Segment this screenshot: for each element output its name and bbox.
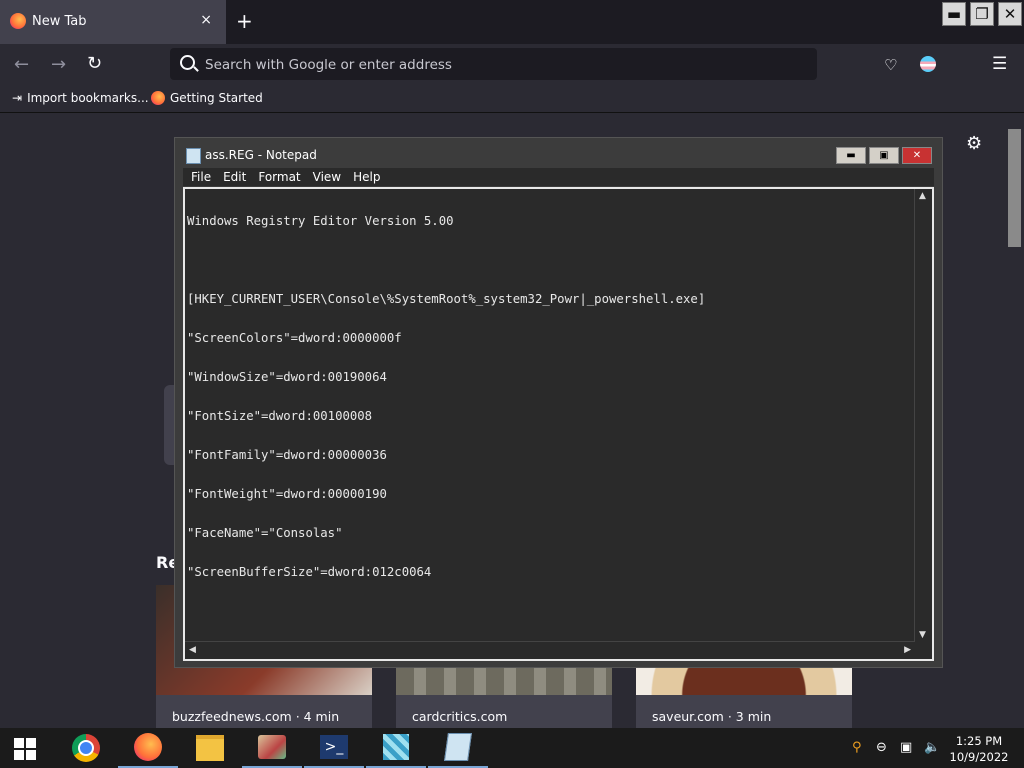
bookmark-getting-started[interactable]: Getting Started xyxy=(151,91,263,105)
text-line: "FontFamily"=dword:00000036 xyxy=(187,448,387,462)
editor-content: Windows Registry Editor Version 5.00 [HK… xyxy=(187,189,705,605)
firefox-icon xyxy=(151,91,165,105)
account-icon[interactable] xyxy=(920,56,936,72)
search-icon[interactable]: ⚲ xyxy=(852,740,862,755)
tab-title: New Tab xyxy=(32,14,87,29)
notepad-minimize-button[interactable]: ▬ xyxy=(836,147,866,164)
pocket-icon[interactable]: ♡ xyxy=(884,56,897,74)
notification-icon[interactable]: ⊖ xyxy=(876,740,887,755)
text-line: "ScreenBufferSize"=dword:012c0064 xyxy=(187,565,432,579)
powershell-icon[interactable]: >_ xyxy=(304,728,364,768)
notepad-menubar: File Edit Format View Help xyxy=(183,168,934,186)
tab-strip: New Tab × + ▬ ❐ ✕ xyxy=(0,0,1024,44)
network-icon[interactable]: ▣ xyxy=(900,740,912,755)
chrome-icon[interactable] xyxy=(56,728,116,768)
notepad-text-area[interactable]: Windows Registry Editor Version 5.00 [HK… xyxy=(183,187,934,661)
text-line: "FaceName"="Consolas" xyxy=(187,526,343,540)
bookmark-label: Getting Started xyxy=(170,91,263,105)
notepad-icon[interactable] xyxy=(428,728,488,768)
scroll-right-icon[interactable]: ▶ xyxy=(904,645,911,655)
text-line: Windows Registry Editor Version 5.00 xyxy=(187,214,454,228)
file-explorer-icon[interactable] xyxy=(180,728,240,768)
notepad-title: ass.REG - Notepad xyxy=(205,148,317,162)
taskbar: >_ ⚲ ⊖ ▣ 🔈 xyxy=(0,728,1024,768)
text-line xyxy=(187,254,705,267)
window-controls: ▬ ❐ ✕ xyxy=(942,0,1024,28)
system-clock[interactable]: 1:25 PM 10/9/2022 xyxy=(944,733,1014,765)
menu-edit[interactable]: Edit xyxy=(223,168,246,186)
notepad-titlebar[interactable]: ass.REG - Notepad ▬ ▣ ✕ xyxy=(175,138,942,168)
notepad-maximize-button[interactable]: ▣ xyxy=(869,147,899,164)
new-tab-button[interactable]: + xyxy=(236,9,253,33)
forward-icon[interactable]: → xyxy=(51,54,66,75)
notepad-window: ass.REG - Notepad ▬ ▣ ✕ File Edit Format… xyxy=(174,137,943,668)
volume-icon[interactable]: 🔈 xyxy=(924,740,940,755)
close-icon: ✕ xyxy=(1003,5,1017,23)
menu-help[interactable]: Help xyxy=(353,168,380,186)
scrollbar-thumb[interactable] xyxy=(1008,129,1021,247)
menu-icon[interactable]: ☰ xyxy=(992,54,1007,74)
restore-button[interactable]: ❐ xyxy=(970,2,994,26)
firefox-icon xyxy=(10,13,26,29)
close-tab-icon[interactable]: × xyxy=(200,12,212,28)
card-label: buzzfeednews.com · 4 min xyxy=(172,709,340,724)
scroll-left-icon[interactable]: ◀ xyxy=(189,645,196,655)
text-line: "FontSize"=dword:00100008 xyxy=(187,409,373,423)
reload-icon[interactable]: ↻ xyxy=(87,53,102,74)
bookmark-import[interactable]: ⇥ Import bookmarks... xyxy=(12,91,149,105)
address-bar[interactable]: Search with Google or enter address xyxy=(170,48,817,80)
minimize-button[interactable]: ▬ xyxy=(942,2,966,26)
menu-file[interactable]: File xyxy=(191,168,211,186)
address-placeholder: Search with Google or enter address xyxy=(205,57,452,73)
resize-grip-icon[interactable] xyxy=(915,642,932,659)
card-label: saveur.com · 3 min xyxy=(652,709,772,724)
minimize-icon: ▬ xyxy=(946,5,962,23)
back-icon[interactable]: ← xyxy=(14,54,29,75)
text-line: "WindowSize"=dword:00190064 xyxy=(187,370,387,384)
clock-time: 1:25 PM xyxy=(955,734,1003,748)
horizontal-scrollbar[interactable]: ◀ ▶ xyxy=(185,641,915,659)
tab-new-tab[interactable]: New Tab × xyxy=(0,0,226,44)
clock-date: 10/9/2022 xyxy=(949,750,1009,764)
bookmarks-toolbar: ⇥ Import bookmarks... Getting Started xyxy=(0,86,1024,113)
text-line: "FontWeight"=dword:00000190 xyxy=(187,487,387,501)
text-line: [HKEY_CURRENT_USER\Console\%SystemRoot%_… xyxy=(187,292,706,306)
scroll-down-icon[interactable]: ▼ xyxy=(919,630,926,640)
page-scrollbar[interactable] xyxy=(1005,113,1024,728)
close-button[interactable]: ✕ xyxy=(998,2,1022,26)
regedit-icon[interactable] xyxy=(366,728,426,768)
card-label: cardcritics.com xyxy=(412,709,508,724)
windows-start-icon[interactable] xyxy=(14,738,36,760)
bookmark-label: Import bookmarks... xyxy=(27,91,149,105)
notepad-icon xyxy=(186,148,201,164)
menu-view[interactable]: View xyxy=(313,168,341,186)
search-icon xyxy=(180,55,195,70)
firefox-icon[interactable] xyxy=(118,728,178,768)
scroll-up-icon[interactable]: ▲ xyxy=(919,191,926,201)
text-line: "ScreenColors"=dword:0000000f xyxy=(187,331,402,345)
restore-icon: ❐ xyxy=(975,5,989,23)
gear-icon[interactable]: ⚙ xyxy=(966,133,982,154)
paint-icon[interactable] xyxy=(242,728,302,768)
import-icon: ⇥ xyxy=(12,91,23,105)
notepad-close-button[interactable]: ✕ xyxy=(902,147,932,164)
menu-format[interactable]: Format xyxy=(258,168,300,186)
vertical-scrollbar[interactable]: ▲ ▼ xyxy=(914,189,932,642)
